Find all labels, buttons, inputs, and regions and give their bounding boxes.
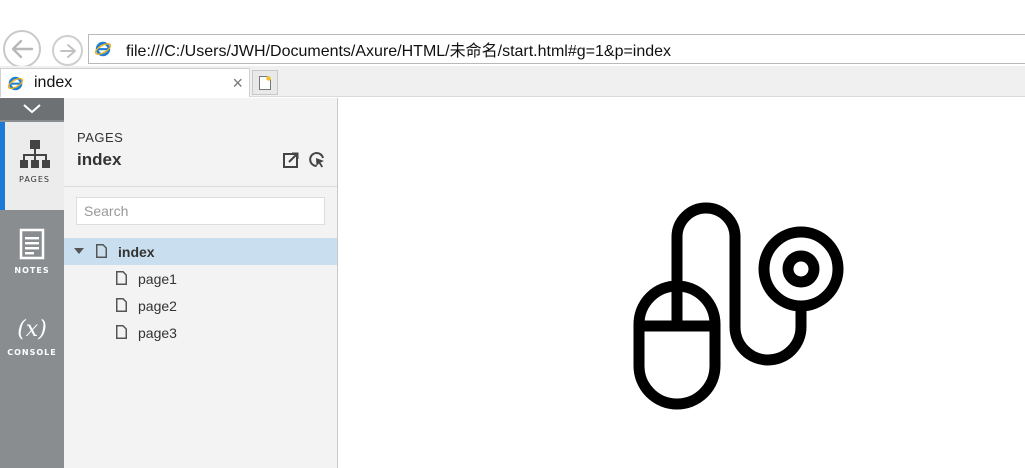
tree-item-label: page1: [138, 271, 177, 287]
sitemap-icon: [19, 140, 50, 168]
tree-item-page2[interactable]: page2: [64, 292, 337, 319]
sitemap-pane: PAGES index index page1: [64, 98, 338, 468]
search-input[interactable]: [76, 197, 325, 225]
page-icon: [116, 325, 127, 339]
browser-address-row: file:///C:/Users/JWH/Documents/Axure/HTM…: [0, 0, 1025, 68]
caret-down-icon[interactable]: [74, 248, 84, 254]
tree-item-index[interactable]: index: [64, 238, 337, 265]
tree-item-label: page3: [138, 325, 177, 341]
mouse-with-cable-icon: [633, 202, 844, 410]
tab-title: index: [34, 74, 73, 91]
prototype-canvas: [339, 98, 1025, 468]
tree-item-label: index: [118, 244, 155, 260]
hotspot-toggle-icon[interactable]: [308, 151, 326, 169]
sitemap-header: PAGES index: [64, 98, 337, 187]
tree-item-page1[interactable]: page1: [64, 265, 337, 292]
page-tree: index page1 page2 page3: [64, 238, 337, 346]
new-tab-button[interactable]: [252, 70, 278, 95]
variables-icon: (x): [17, 317, 47, 342]
page-icon: [116, 271, 127, 285]
close-tab-icon[interactable]: ×: [232, 73, 243, 93]
pane-kicker: PAGES: [77, 130, 124, 145]
arrow-left-icon: [11, 39, 34, 59]
chevron-down-icon: [23, 104, 41, 114]
rail-tab-console[interactable]: (x) CONSOLE: [0, 318, 64, 370]
page-title: index: [77, 150, 122, 169]
rail-label-notes: NOTES: [14, 266, 50, 275]
rail-tab-notes[interactable]: NOTES: [0, 228, 64, 288]
collapse-toggle[interactable]: [0, 98, 64, 120]
tree-item-label: page2: [138, 298, 177, 314]
new-tab-icon: [259, 75, 271, 90]
tree-item-page3[interactable]: page3: [64, 319, 337, 346]
address-url[interactable]: file:///C:/Users/JWH/Documents/Axure/HTM…: [126, 37, 671, 61]
page-icon: [96, 244, 107, 258]
internet-explorer-icon: [94, 41, 112, 57]
forward-button[interactable]: [52, 35, 83, 66]
rail-label-console: CONSOLE: [7, 348, 57, 357]
page-icon: [116, 298, 127, 312]
tab-index[interactable]: index ×: [0, 68, 250, 97]
back-button[interactable]: [3, 30, 41, 68]
arrow-right-icon: [59, 43, 76, 58]
rail-tab-pages[interactable]: PAGES: [0, 122, 64, 210]
open-in-new-window-icon[interactable]: [282, 151, 300, 169]
address-bar[interactable]: file:///C:/Users/JWH/Documents/Axure/HTM…: [88, 34, 1025, 64]
internet-explorer-icon: [7, 76, 24, 90]
rail-label-pages: PAGES: [19, 175, 50, 184]
browser-tab-row: index ×: [0, 66, 1025, 97]
axure-sidebar-rail: PAGES NOTES (x) CONSOLE: [0, 98, 64, 468]
notes-icon: [19, 228, 45, 260]
